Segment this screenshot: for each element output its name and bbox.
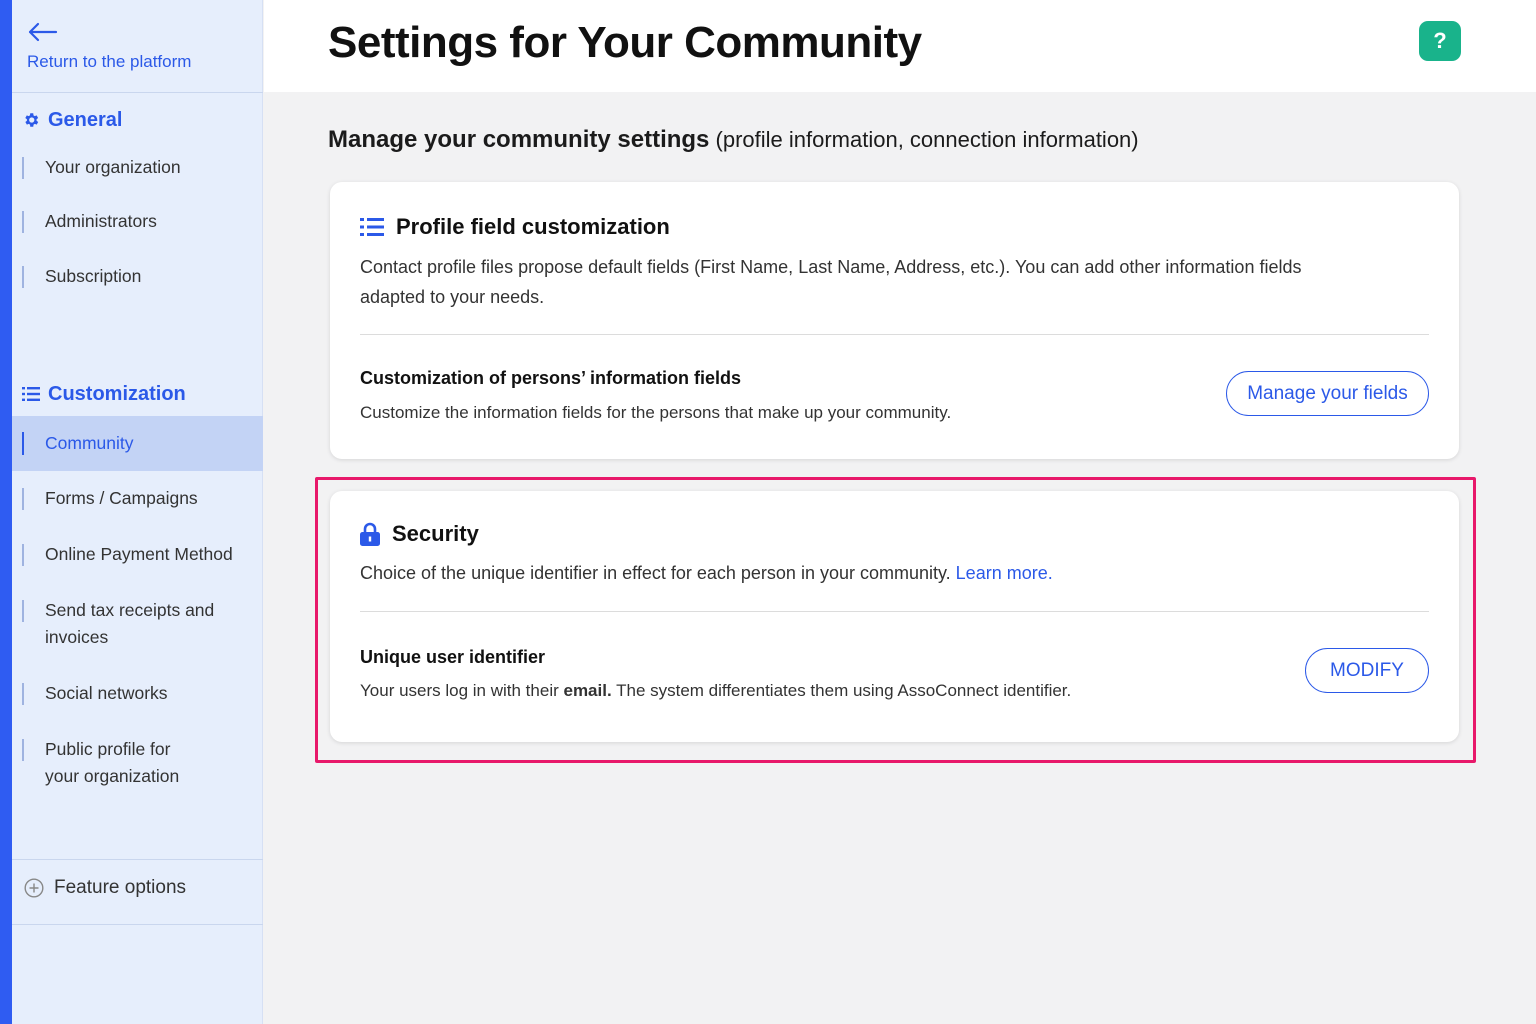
profile-field-card: Profile field customization Contact prof… xyxy=(330,182,1459,459)
identifier-desc-before: Your users log in with their xyxy=(360,681,564,700)
page-header: Settings for Your Community ? xyxy=(264,0,1536,92)
security-card: Security Choice of the unique identifier… xyxy=(330,491,1459,742)
sidebar-accent-bar xyxy=(0,0,12,1024)
sidebar-item-label: Online Payment Method xyxy=(45,544,233,564)
unique-identifier-description: Your users log in with their email. The … xyxy=(360,681,1071,701)
modify-button[interactable]: MODIFY xyxy=(1305,648,1429,693)
learn-more-link[interactable]: Learn more. xyxy=(956,563,1053,583)
list-icon xyxy=(360,218,384,236)
card-divider xyxy=(360,611,1429,612)
sidebar-item-label: Your organization xyxy=(45,157,181,177)
security-card-title-text: Security xyxy=(392,521,479,546)
sidebar-item-marker xyxy=(22,432,24,455)
profile-row-title: Customization of persons’ information fi… xyxy=(360,368,742,388)
sidebar-item-marker xyxy=(22,544,24,566)
sidebar-item-administrators[interactable]: Administrators xyxy=(12,207,263,237)
feature-options-label: Feature options xyxy=(54,877,187,898)
lock-icon xyxy=(360,522,380,546)
sidebar-item-marker xyxy=(22,266,24,288)
sidebar-item-marker xyxy=(22,211,24,233)
profile-card-description: Contact profile files propose default fi… xyxy=(360,257,1302,307)
subtitle-rest: (profile information, connection informa… xyxy=(709,127,1139,152)
sidebar-item-marker xyxy=(22,157,24,179)
sidebar: Return to the platform General Your orga… xyxy=(12,0,263,1024)
sidebar-item-label: Community xyxy=(45,433,134,453)
page-title: Settings for Your Community xyxy=(328,18,922,67)
sidebar-item-social-networks[interactable]: Social networks xyxy=(12,679,263,709)
sidebar-item-marker xyxy=(22,600,24,622)
sidebar-item-label: Social networks xyxy=(45,683,168,703)
sidebar-item-forms-campaigns[interactable]: Forms / Campaigns xyxy=(12,484,263,514)
sidebar-item-marker xyxy=(22,683,24,705)
security-description-text: Choice of the unique identifier in effec… xyxy=(360,563,956,583)
section-general: General xyxy=(22,106,122,134)
list-icon xyxy=(22,387,40,401)
section-customization: Customization xyxy=(22,380,186,408)
page-subtitle: Manage your community settings (profile … xyxy=(328,126,1139,154)
identifier-desc-bold: email. xyxy=(563,681,612,700)
section-customization-label: Customization xyxy=(48,382,186,405)
sidebar-item-online-payment-method[interactable]: Online Payment Method xyxy=(12,540,263,570)
question-mark-icon: ? xyxy=(1433,28,1447,53)
sidebar-item-label: Public profile for your organization xyxy=(45,739,180,786)
sidebar-item-label: Administrators xyxy=(45,211,157,231)
profile-card-title-text: Profile field customization xyxy=(396,214,670,239)
sidebar-item-public-profile[interactable]: Public profile for your organization xyxy=(12,735,263,791)
unique-identifier-title: Unique user identifier xyxy=(360,647,546,667)
profile-row-description: Customize the information fields for the… xyxy=(360,403,952,422)
section-general-label: General xyxy=(48,108,123,131)
help-button[interactable]: ? xyxy=(1419,21,1461,61)
sidebar-item-label: Send tax receipts and invoices xyxy=(45,600,215,647)
sidebar-item-your-organization[interactable]: Your organization xyxy=(12,153,263,183)
sidebar-item-community[interactable]: Community xyxy=(12,416,263,471)
sidebar-item-label: Forms / Campaigns xyxy=(45,488,198,508)
security-card-description: Choice of the unique identifier in effec… xyxy=(360,558,1053,588)
sidebar-item-subscription[interactable]: Subscription xyxy=(12,262,263,292)
sidebar-item-label: Subscription xyxy=(45,266,142,286)
sidebar-divider xyxy=(12,859,263,860)
feature-options-item[interactable]: Feature options xyxy=(24,877,186,899)
plus-circle-icon xyxy=(24,878,44,898)
return-to-platform-link[interactable]: Return to the platform xyxy=(12,0,263,93)
sidebar-divider xyxy=(12,924,263,925)
security-card-title: Security xyxy=(360,521,479,547)
manage-your-fields-button[interactable]: Manage your fields xyxy=(1226,371,1429,416)
subtitle-strong: Manage your community settings xyxy=(328,126,710,153)
identifier-desc-after: The system differentiates them using Ass… xyxy=(611,681,1072,700)
arrow-left-icon xyxy=(28,22,58,42)
sidebar-item-marker xyxy=(22,488,24,510)
gear-icon xyxy=(25,113,39,127)
sidebar-item-marker xyxy=(22,739,24,761)
sidebar-item-send-tax-receipts[interactable]: Send tax receipts and invoices xyxy=(12,596,263,652)
profile-card-title: Profile field customization xyxy=(360,214,670,240)
return-to-platform-label: Return to the platform xyxy=(27,52,192,71)
card-divider xyxy=(360,334,1429,335)
